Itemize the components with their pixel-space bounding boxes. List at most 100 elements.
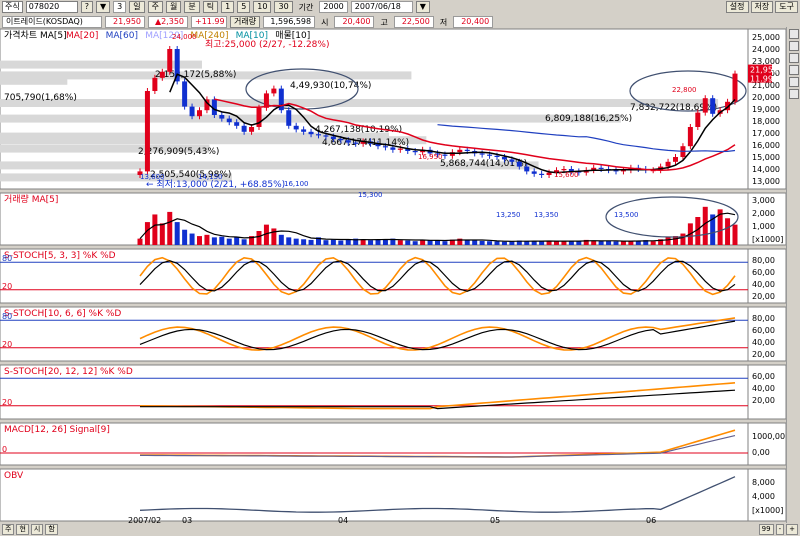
date-dropdown-button[interactable]: ▼	[415, 1, 430, 13]
s1-axis-label: 80,00	[752, 256, 775, 265]
candle	[286, 110, 292, 126]
candle	[271, 88, 277, 94]
period-day-button[interactable]: 일	[129, 1, 145, 13]
candle	[732, 73, 738, 102]
volume-profile-label: 4,49,930(10,74%)	[290, 81, 371, 91]
zoom-in-button[interactable]: +	[786, 524, 798, 535]
s1-title: S-STOCH[5, 3, 3] %K %D	[4, 251, 116, 261]
zoom-out-button[interactable]: -	[775, 524, 785, 535]
right-tool-strip	[786, 27, 800, 536]
bottom-button[interactable]: 시	[30, 524, 44, 535]
candle	[382, 146, 388, 148]
volume-bar	[137, 238, 143, 245]
candle	[308, 131, 314, 135]
help-button[interactable]: ?	[80, 1, 93, 13]
candle	[338, 139, 344, 141]
volume-axis-label: [x1000]	[752, 235, 783, 244]
chart-area[interactable]: 가격차트 MA[5] MA[20] MA[60] MA[120] MA[240] MA[1…	[0, 27, 786, 523]
volume-bar	[554, 241, 559, 245]
volume-bar	[665, 237, 671, 245]
period-number[interactable]: 3	[113, 1, 127, 13]
tool-icon[interactable]	[788, 29, 799, 39]
price-legend-item: 가격차트 MA[5]	[4, 29, 67, 41]
s1-axis-label: 40,00	[752, 280, 775, 289]
volume-profile-bar	[0, 114, 621, 123]
candle	[546, 172, 552, 175]
range-30-button[interactable]: 30	[274, 1, 293, 13]
code-input[interactable]: 078020	[25, 1, 78, 13]
volume-bar	[174, 222, 180, 245]
bottom-button[interactable]: 현	[16, 524, 29, 535]
candle	[464, 149, 470, 151]
tool-icon[interactable]	[788, 65, 799, 75]
candle	[197, 110, 202, 117]
candle	[390, 147, 396, 150]
candle	[457, 149, 463, 153]
tool-icon[interactable]	[788, 53, 799, 63]
volume-bar	[680, 233, 686, 245]
x-axis-label: 03	[182, 516, 192, 523]
period-month-button[interactable]: 월	[165, 1, 182, 13]
right-button-group: 설정 저장 도구	[725, 1, 798, 13]
zoom-value[interactable]: 99	[758, 524, 774, 535]
candle	[501, 157, 507, 160]
range-1-button[interactable]: 1	[221, 1, 235, 13]
price-axis-label: 19,000	[752, 105, 780, 114]
date-input[interactable]: 2007/06/18	[350, 1, 413, 13]
tool-icon[interactable]	[788, 89, 799, 99]
bottom-button[interactable]: 주	[2, 524, 15, 535]
candle	[182, 81, 188, 107]
candle	[167, 49, 173, 72]
candle	[159, 71, 165, 78]
volume-bar	[539, 241, 545, 245]
candle	[702, 98, 708, 113]
period-week-button[interactable]: 주	[147, 1, 163, 13]
candle	[665, 161, 671, 167]
volume-bar	[144, 222, 150, 245]
candle	[524, 166, 530, 172]
period-minute-button[interactable]: 분	[184, 1, 200, 13]
market-select[interactable]: 주식	[2, 1, 23, 13]
candle	[516, 161, 522, 167]
save-button[interactable]: 저장	[750, 1, 774, 13]
axis-macd	[747, 422, 786, 466]
volume-axis-label: 1,000	[752, 222, 775, 231]
settings-button[interactable]: 설정	[725, 1, 749, 13]
volume-bar	[330, 239, 336, 245]
candle	[673, 157, 678, 162]
price-point-label: 13,350	[534, 211, 559, 219]
candle	[323, 135, 329, 137]
tool-icon[interactable]	[788, 41, 799, 51]
tool-icon[interactable]	[788, 77, 799, 87]
panel-macd	[0, 422, 749, 466]
volume-bar	[568, 241, 574, 245]
period-count-input[interactable]: 2000	[319, 1, 348, 13]
candle	[293, 125, 299, 130]
dropdown-button[interactable]: ▼	[95, 1, 111, 13]
volume-bar	[271, 228, 277, 245]
volume-bar	[620, 241, 626, 245]
volume-bar	[345, 239, 351, 245]
price-axis-label: 20,000	[752, 93, 780, 102]
high-label: 고	[380, 17, 388, 27]
period-tick-button[interactable]: 틱	[202, 1, 219, 13]
range-5-button[interactable]: 5	[237, 1, 251, 13]
price-point-label: 16,950	[418, 153, 443, 161]
volume-bar	[323, 240, 329, 245]
bottom-button[interactable]: 함	[45, 524, 58, 535]
price-legend-item: MA[20]	[66, 31, 98, 41]
candle	[353, 142, 359, 144]
s2-axis-label: 60,00	[752, 326, 775, 335]
candle	[687, 127, 693, 147]
current-pct-tag: 11.99%	[750, 75, 781, 84]
tools-button[interactable]: 도구	[775, 1, 798, 13]
candle	[152, 77, 158, 91]
x-axis-label: 06	[646, 516, 656, 523]
candle	[330, 136, 336, 139]
candle	[494, 155, 500, 157]
range-10-button[interactable]: 10	[253, 1, 272, 13]
x-axis-label: 05	[490, 516, 500, 523]
candle	[487, 154, 493, 156]
candle	[301, 129, 307, 132]
volume-bar	[167, 211, 173, 245]
